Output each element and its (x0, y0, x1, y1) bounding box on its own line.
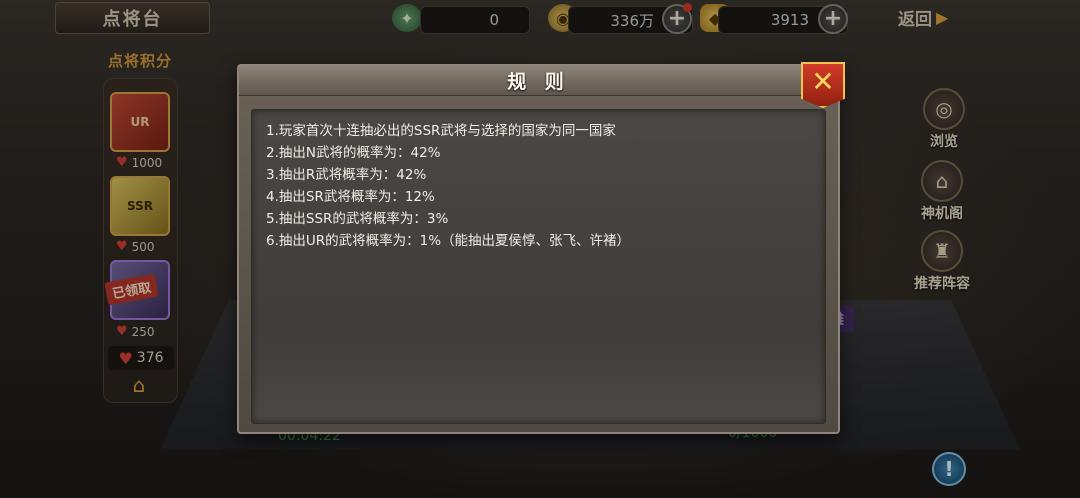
close-button[interactable]: ✕ (801, 62, 845, 108)
rule-line: 1.玩家首次十连抽必出的SSR武将与选择的国家为同一国家 (266, 123, 616, 139)
rule-line: 2.抽出N武将的概率为：42% (266, 145, 441, 161)
rules-dialog-header: 规 则 (239, 66, 838, 96)
rule-line: 3.抽出R武将概率为：42% (266, 167, 427, 183)
rules-dialog-title: 规 则 (507, 71, 570, 93)
rule-line: 6.抽出UR的武将概率为：1%（能抽出夏侯惇、张飞、许褚） (266, 233, 631, 249)
close-icon: ✕ (811, 65, 835, 98)
rule-line: 4.抽出SR武将概率为：12% (266, 189, 435, 205)
rules-dialog: 规 则 1.玩家首次十连抽必出的SSR武将与选择的国家为同一国家 2.抽出N武将… (237, 64, 840, 434)
rules-content: 1.玩家首次十连抽必出的SSR武将与选择的国家为同一国家 2.抽出N武将的概率为… (251, 109, 826, 424)
rule-line: 5.抽出SSR的武将概率为：3% (266, 211, 449, 227)
